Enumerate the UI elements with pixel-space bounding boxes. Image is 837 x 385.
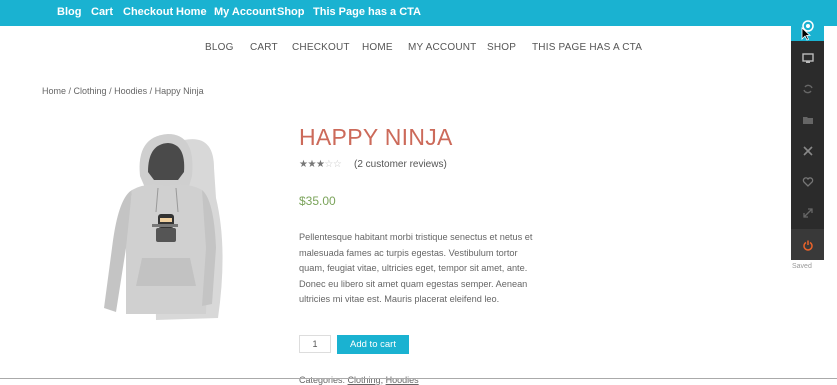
hoodie-image bbox=[104, 134, 223, 320]
main-nav-my-account[interactable]: MY ACCOUNT bbox=[408, 42, 477, 53]
heart-icon bbox=[802, 176, 813, 187]
top-nav-home[interactable]: Home bbox=[176, 6, 207, 18]
product-short-description: Pellentesque habitant morbi tristique se… bbox=[299, 232, 533, 304]
expand-icon bbox=[802, 207, 813, 218]
refresh-button[interactable] bbox=[791, 73, 824, 104]
add-to-cart-button[interactable]: Add to cart bbox=[337, 335, 409, 354]
breadcrumb-home[interactable]: Home bbox=[42, 86, 66, 96]
breadcrumb: Home / Clothing / Hoodies / Happy Ninja bbox=[42, 86, 204, 96]
saved-status: Saved bbox=[792, 263, 812, 270]
product-image[interactable] bbox=[96, 128, 246, 328]
side-tool-panel bbox=[791, 10, 824, 260]
bottom-divider bbox=[0, 378, 837, 379]
breadcrumb-separator: / bbox=[66, 86, 74, 96]
customer-reviews-link[interactable]: (2 customer reviews) bbox=[354, 159, 447, 170]
breadcrumb-current: Happy Ninja bbox=[154, 86, 204, 96]
star-rating-icon: ★★★☆☆ bbox=[299, 159, 342, 170]
star-filled-icon: ★ bbox=[307, 159, 316, 170]
main-nav-blog[interactable]: BLOG bbox=[205, 42, 234, 53]
breadcrumb-separator: / bbox=[147, 86, 155, 96]
top-nav-shop[interactable]: Shop bbox=[277, 6, 305, 18]
breadcrumb-separator: / bbox=[106, 86, 115, 96]
main-nav-cta-page[interactable]: THIS PAGE HAS A CTA bbox=[532, 42, 642, 53]
tools-button[interactable] bbox=[791, 135, 824, 166]
tools-icon bbox=[802, 145, 813, 156]
preview-button[interactable] bbox=[791, 42, 824, 73]
star-empty-icon: ☆ bbox=[324, 159, 333, 170]
expand-button[interactable] bbox=[791, 197, 824, 228]
product-categories: Categories: Clothing, Hoodies bbox=[299, 375, 419, 385]
category-link-hoodies[interactable]: Hoodies bbox=[386, 375, 419, 385]
categories-label: Categories: bbox=[299, 375, 346, 385]
top-nav-cart[interactable]: Cart bbox=[91, 6, 113, 18]
breadcrumb-hoodies[interactable]: Hoodies bbox=[114, 86, 147, 96]
main-nav-shop[interactable]: SHOP bbox=[487, 42, 516, 53]
top-nav-cta-page[interactable]: This Page has a CTA bbox=[313, 6, 421, 18]
main-nav-checkout[interactable]: CHECKOUT bbox=[292, 42, 350, 53]
top-nav-bar: Blog Cart Checkout Home My Account Shop … bbox=[0, 0, 837, 26]
quantity-input[interactable] bbox=[299, 335, 331, 353]
folder-icon bbox=[802, 116, 813, 124]
monitor-icon bbox=[801, 52, 814, 63]
refresh-icon bbox=[802, 84, 813, 93]
power-icon bbox=[802, 240, 813, 251]
star-empty-icon: ☆ bbox=[332, 159, 342, 170]
main-nav-home[interactable]: HOME bbox=[362, 42, 393, 53]
power-button[interactable] bbox=[791, 229, 824, 260]
category-link-clothing[interactable]: Clothing bbox=[348, 375, 381, 385]
product-price: $35.00 bbox=[299, 194, 336, 208]
top-nav-checkout[interactable]: Checkout bbox=[123, 6, 173, 18]
breadcrumb-clothing[interactable]: Clothing bbox=[74, 86, 107, 96]
mouse-cursor-icon bbox=[801, 27, 811, 41]
files-button[interactable] bbox=[791, 104, 824, 135]
main-nav-cart[interactable]: CART bbox=[250, 42, 278, 53]
top-nav-blog[interactable]: Blog bbox=[57, 6, 81, 18]
favorites-button[interactable] bbox=[791, 166, 824, 197]
top-nav-my-account[interactable]: My Account bbox=[214, 6, 276, 18]
product-title: HAPPY NINJA bbox=[299, 124, 453, 150]
